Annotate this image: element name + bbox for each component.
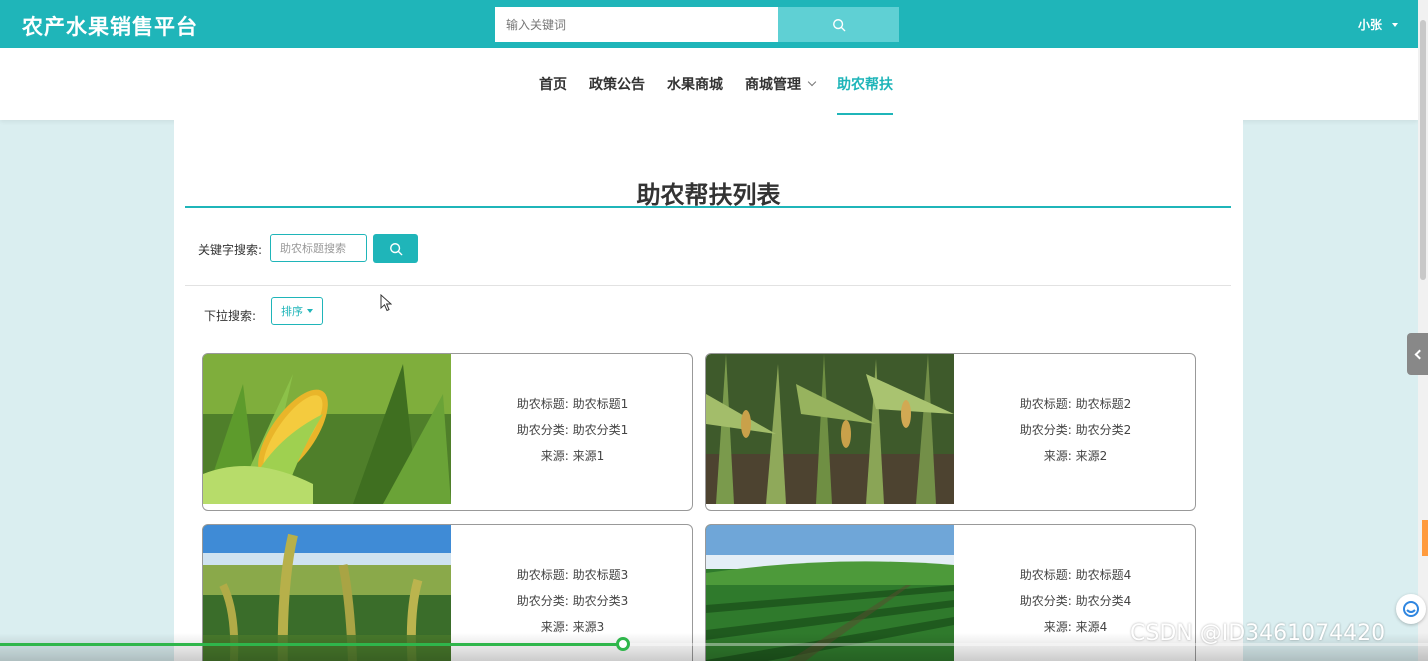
card-category: 助农分类: 助农分类4 bbox=[1019, 594, 1132, 608]
nav-item-label: 水果商城 bbox=[667, 77, 723, 93]
sort-dropdown-button[interactable]: 排序 bbox=[271, 297, 323, 325]
card-title: 助农标题: 助农标题1 bbox=[516, 397, 629, 411]
chevron-left-icon bbox=[1414, 349, 1424, 359]
caret-down-icon bbox=[1392, 22, 1398, 27]
header-search-input[interactable] bbox=[495, 7, 778, 42]
nav-item-label: 助农帮扶 bbox=[837, 77, 893, 93]
nav-item-farm-aid[interactable]: 助农帮扶 bbox=[837, 48, 893, 120]
nav-item-label: 政策公告 bbox=[589, 77, 645, 93]
nav-item-shop-admin[interactable]: 商城管理 bbox=[745, 48, 817, 120]
card-source: 来源: 来源2 bbox=[1043, 449, 1108, 463]
card-title: 助农标题: 助农标题4 bbox=[1019, 568, 1132, 582]
content-panel: 助农帮扶列表 关键字搜索: 下拉搜索: 排序 助农标题: 助农标题1 助农分类:… bbox=[174, 120, 1243, 661]
nav-item-policy[interactable]: 政策公告 bbox=[589, 48, 645, 120]
assistant-button[interactable] bbox=[1396, 594, 1426, 624]
header-search-button[interactable] bbox=[778, 7, 899, 42]
page-title: 助农帮扶列表 bbox=[636, 181, 781, 209]
aid-card[interactable]: 助农标题: 助农标题1 助农分类: 助农分类1 来源: 来源1 bbox=[202, 353, 693, 511]
filter-divider bbox=[185, 285, 1231, 286]
site-logo[interactable]: 农产水果销售平台 bbox=[22, 11, 198, 41]
progress-handle[interactable] bbox=[615, 637, 630, 651]
search-icon bbox=[389, 242, 402, 255]
card-source: 来源: 来源4 bbox=[1043, 620, 1108, 634]
card-category: 助农分类: 助农分类2 bbox=[1019, 423, 1132, 437]
aid-card[interactable]: 助农标题: 助农标题2 助农分类: 助农分类2 来源: 来源2 bbox=[705, 353, 1196, 511]
card-source: 来源: 来源1 bbox=[540, 449, 605, 463]
page-scrollbar[interactable] bbox=[1418, 0, 1428, 661]
nav-item-label: 首页 bbox=[539, 77, 567, 93]
card-source: 来源: 来源3 bbox=[540, 620, 605, 634]
progress-fill bbox=[0, 643, 623, 646]
card-category: 助农分类: 助农分类1 bbox=[516, 423, 629, 437]
main-nav: 首页 政策公告 水果商城 商城管理 助农帮扶 bbox=[0, 48, 1418, 120]
side-panel-toggle[interactable] bbox=[1407, 333, 1428, 375]
header-search bbox=[495, 7, 899, 42]
card-title: 助农标题: 助农标题2 bbox=[1019, 397, 1132, 411]
dropdown-search-label: 下拉搜索: bbox=[204, 309, 257, 323]
nav-item-label: 商城管理 bbox=[745, 77, 801, 93]
side-tab[interactable] bbox=[1422, 520, 1428, 556]
corn-field-photo bbox=[706, 354, 954, 504]
corn-ear-photo bbox=[203, 354, 451, 504]
user-menu[interactable]: 小张 bbox=[1358, 16, 1398, 33]
sort-label: 排序 bbox=[281, 305, 303, 318]
scrollbar-thumb[interactable] bbox=[1420, 20, 1426, 280]
mouse-cursor-icon bbox=[380, 294, 392, 312]
caret-down-icon bbox=[307, 309, 313, 313]
card-category: 助农分类: 助农分类3 bbox=[516, 594, 629, 608]
nav-item-fruit-shop[interactable]: 水果商城 bbox=[667, 48, 723, 120]
card-info: 助农标题: 助农标题1 助农分类: 助农分类1 来源: 来源1 bbox=[451, 354, 692, 504]
user-name: 小张 bbox=[1357, 18, 1382, 32]
top-bar: 农产水果销售平台 小张 bbox=[0, 0, 1428, 48]
nav-item-home[interactable]: 首页 bbox=[539, 48, 567, 120]
keyword-search-input[interactable] bbox=[270, 234, 367, 262]
keyword-search-label: 关键字搜索: bbox=[198, 243, 263, 257]
keyword-search-button[interactable] bbox=[373, 234, 418, 263]
card-info: 助农标题: 助农标题2 助农分类: 助农分类2 来源: 来源2 bbox=[954, 354, 1195, 504]
chevron-down-icon bbox=[807, 77, 817, 87]
card-title: 助农标题: 助农标题3 bbox=[516, 568, 629, 582]
assistant-icon bbox=[1403, 601, 1419, 617]
watermark-text: CSDN @ID3461074420 bbox=[1130, 621, 1386, 646]
title-divider bbox=[185, 206, 1231, 208]
search-icon bbox=[832, 18, 845, 31]
